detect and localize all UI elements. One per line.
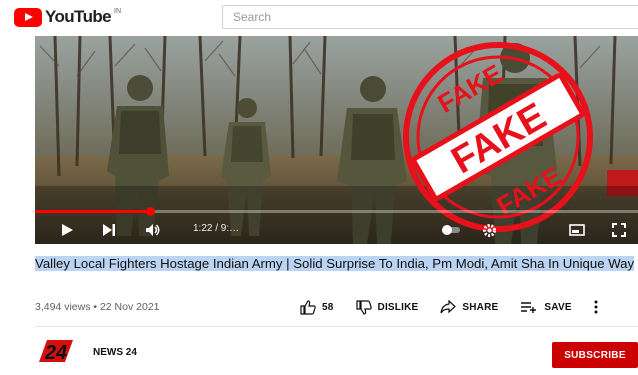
channel-name[interactable]: NEWS 24 (93, 347, 137, 358)
top-bar: YouTube IN (0, 0, 638, 34)
autoplay-icon (442, 225, 460, 235)
subscribe-button[interactable]: SUBSCRIBE (552, 342, 638, 368)
youtube-logo[interactable]: YouTube IN (14, 7, 121, 27)
save-button[interactable]: SAVE (520, 301, 572, 314)
like-count: 58 (322, 301, 334, 313)
play-icon (62, 224, 73, 236)
video-title-text: Valley Local Fighters Hostage Indian Arm… (35, 256, 635, 271)
fake-stamp: FAKE FAKE FAKE (403, 42, 593, 232)
volume-button[interactable] (143, 220, 163, 240)
miniplayer-button[interactable] (567, 220, 587, 240)
video-title: Valley Local Fighters Hostage Indian Arm… (35, 255, 635, 273)
player-controls: 1:22 / 9:… (35, 216, 638, 244)
autoplay-toggle[interactable] (441, 220, 461, 240)
gear-icon (482, 223, 496, 237)
playlist-add-icon (521, 301, 537, 313)
skip-next-icon (103, 224, 115, 236)
play-button[interactable] (57, 220, 77, 240)
fullscreen-button[interactable] (609, 220, 629, 240)
dislike-label: DISLIKE (377, 301, 419, 313)
save-label: SAVE (544, 301, 572, 313)
thumbs-up-icon (300, 299, 316, 315)
volume-icon (146, 224, 160, 236)
divider (35, 326, 638, 327)
search-input[interactable] (223, 6, 638, 28)
share-label: SHARE (462, 301, 499, 313)
next-button[interactable] (99, 220, 119, 240)
more-icon (594, 300, 598, 314)
logo-region: IN (114, 7, 121, 15)
view-count-date: 3,494 views • 22 Nov 2021 (35, 301, 160, 313)
like-button[interactable]: 58 (300, 299, 334, 315)
fullscreen-icon (612, 223, 626, 237)
share-button[interactable]: SHARE (440, 300, 498, 314)
settings-button[interactable] (479, 220, 499, 240)
share-icon (440, 300, 457, 314)
progress-scrubber[interactable] (145, 207, 155, 216)
logo-text: YouTube (45, 7, 112, 26)
channel-logo[interactable]: 24 (37, 338, 75, 364)
progress-fill (35, 210, 150, 213)
thumbs-down-icon (355, 299, 372, 315)
search-box[interactable] (222, 5, 638, 29)
time-display: 1:22 / 9:… (193, 223, 240, 234)
more-button[interactable] (594, 300, 604, 314)
youtube-play-icon (14, 7, 42, 27)
progress-bar[interactable] (35, 207, 638, 216)
channel-logo-text: 24 (44, 342, 67, 364)
action-bar: 58 DISLIKE SHARE SAVE (300, 297, 604, 317)
dislike-button[interactable]: DISLIKE (355, 299, 419, 315)
video-player[interactable]: FAKE FAKE FAKE 1:22 / 9:… (35, 36, 638, 244)
miniplayer-icon (569, 224, 585, 236)
